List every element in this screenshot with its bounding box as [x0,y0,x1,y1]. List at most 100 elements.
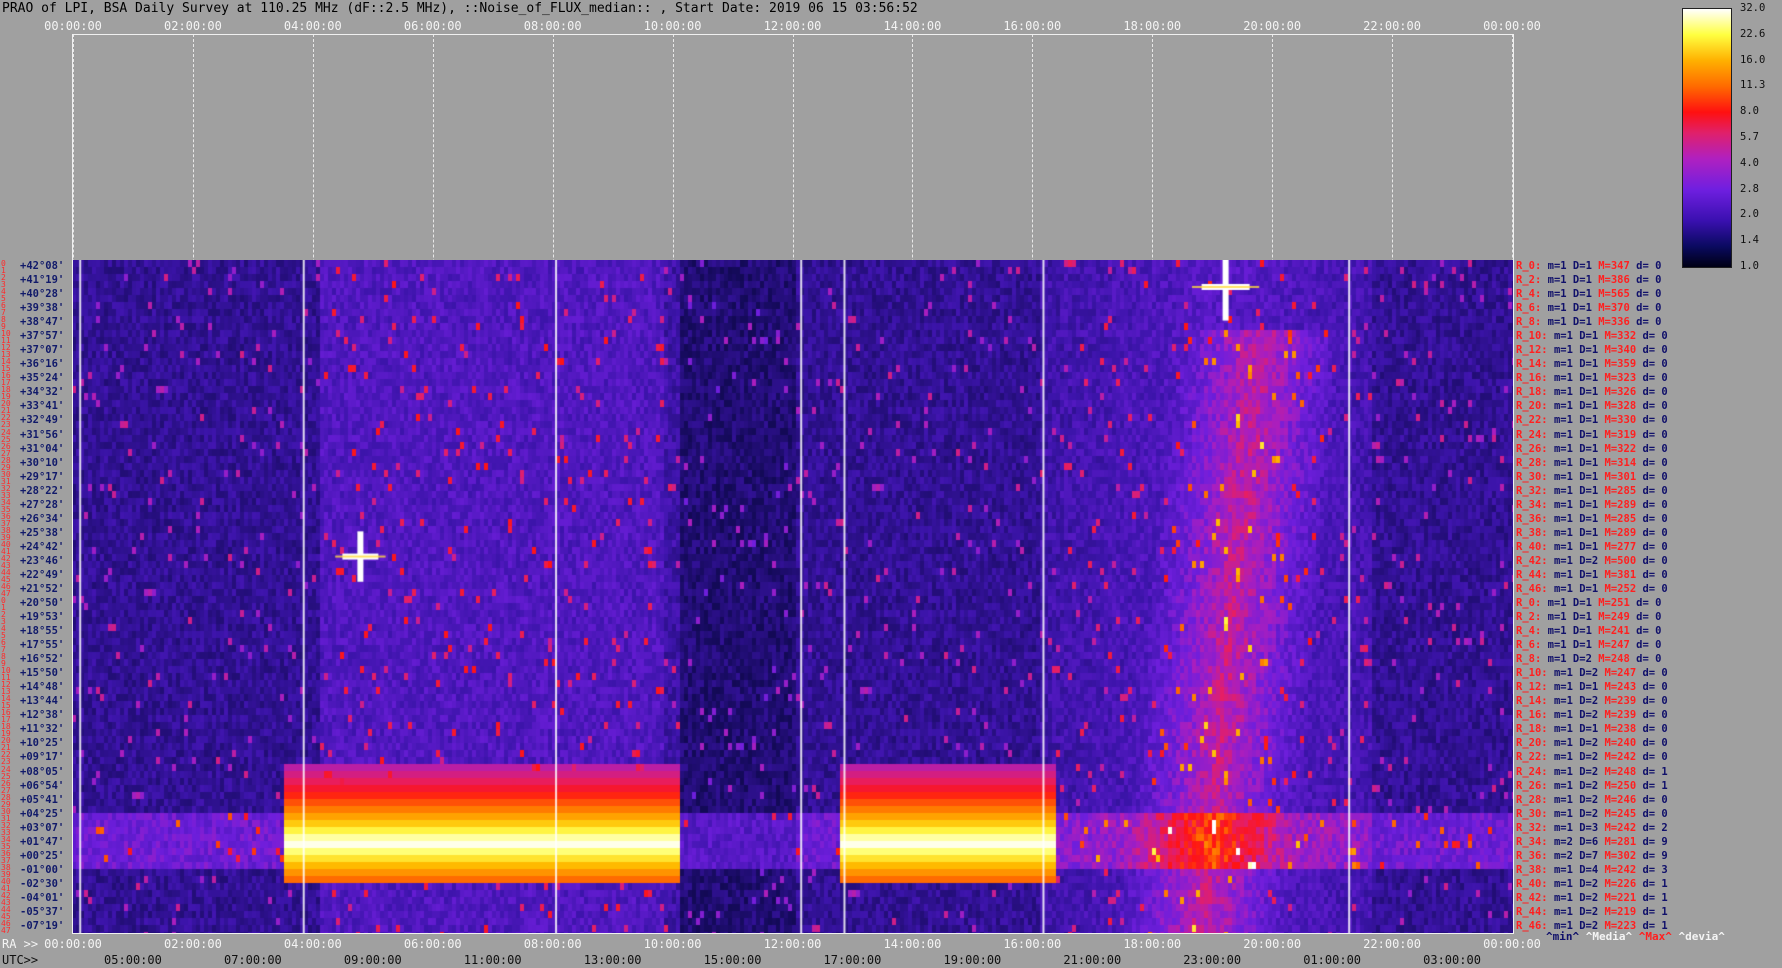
colorbar-tick: 2.0 [1740,208,1759,221]
declination-label: -05°37' [20,905,65,918]
row-stat-d: d= 1 [1642,779,1668,792]
row-stat-M: M=370 [1598,302,1630,315]
row-stat-r: R_34: [1516,835,1548,848]
row-stat-line: R_34: m=1 D=1 M=289 d= 0 [1516,498,1668,512]
legend-max: ^Max^ [1638,930,1672,943]
row-stat-M: M=336 [1598,316,1630,329]
top-axis-tick: 00:00:00 [44,19,102,33]
declination-label: +18°55' [20,625,65,638]
row-stat-m: m=1 [1553,765,1573,778]
row-stat-M: M=238 [1604,723,1637,736]
row-stat-d: d= 0 [1642,456,1668,469]
row-stat-m: m=1 [1547,316,1567,329]
ra-axis-tick: 08:00:00 [523,937,582,951]
row-stat-d: d= 0 [1642,807,1668,820]
utc-axis-tick: 07:00:00 [223,953,282,967]
declination-label: +34°32' [20,386,65,399]
row-stat-line: R_8: m=1 D=2 M=248 d= 0 [1516,652,1661,666]
row-stat-m: m=1 [1553,372,1573,385]
top-axis-tick: 08:00:00 [523,19,582,33]
row-stat-D: D=1 [1572,316,1592,329]
row-stat-M: M=239 [1604,695,1637,708]
row-stat-D: D=7 [1579,849,1599,862]
row-stat-M: M=332 [1604,330,1637,343]
row-stat-d: d= 0 [1642,526,1668,539]
row-stat-line: R_36: m=2 D=7 M=302 d= 9 [1516,849,1668,863]
row-stat-line: R_4: m=1 D=1 M=241 d= 0 [1516,624,1661,638]
declination-label: +25°38' [20,526,65,539]
row-stat-d: d= 0 [1642,568,1668,581]
row-stat-D: D=2 [1579,709,1599,722]
heatmap-canvas[interactable] [72,260,1514,934]
row-stat-d: d= 0 [1636,288,1662,301]
declination-label: +04°25' [20,807,65,820]
declination-label: +19°53' [20,611,65,624]
row-stat-line: R_10: m=1 D=1 M=332 d= 0 [1516,329,1668,343]
row-stat-D: D=1 [1579,540,1599,553]
row-stat-D: D=1 [1572,639,1592,652]
row-stat-r: R_40: [1516,540,1548,553]
row-stat-d: d= 0 [1642,358,1668,371]
declination-label: +37°57' [20,330,65,343]
declination-label: +00°25' [20,849,65,862]
row-stat-r: R_14: [1516,358,1548,371]
row-stat-line: R_34: m=2 D=6 M=281 d= 9 [1516,835,1668,849]
row-stat-r: R_28: [1516,793,1548,806]
declination-label: +13°44' [20,695,65,708]
row-stat-r: R_14: [1516,695,1548,708]
ra-axis-tick: 18:00:00 [1123,937,1182,951]
row-stat-line: R_0: m=1 D=1 M=251 d= 0 [1516,596,1661,610]
colorbar-tick: 2.8 [1740,182,1759,195]
row-stat-D: D=2 [1579,667,1599,680]
row-stat-m: m=1 [1553,330,1573,343]
ra-axis-tick: 12:00:00 [763,937,822,951]
row-stat-D: D=1 [1579,498,1599,511]
heatmap-plot[interactable] [72,260,1514,934]
declination-label: +22°49' [20,568,65,581]
declination-label: +03°07' [20,821,65,834]
row-stat-M: M=285 [1604,484,1637,497]
row-stat-r: R_12: [1516,681,1548,694]
declination-label: +23°46' [20,554,65,567]
row-stat-r: R_22: [1516,414,1548,427]
row-stat-d: d= 0 [1642,737,1668,750]
row-stat-line: R_40: m=1 D=1 M=277 d= 0 [1516,540,1668,554]
row-stat-d: d= 9 [1642,835,1668,848]
top-axis-tick: 04:00:00 [283,19,342,33]
row-stat-r: R_38: [1516,863,1548,876]
row-stat-D: D=2 [1579,793,1599,806]
row-stat-m: m=1 [1553,400,1573,413]
row-stat-M: M=326 [1604,386,1637,399]
row-stat-D: D=1 [1572,260,1592,272]
row-stat-M: M=239 [1604,709,1637,722]
top-axis-tick: 22:00:00 [1363,19,1421,33]
row-stat-M: M=250 [1604,779,1637,792]
row-stat-line: R_12: m=1 D=1 M=340 d= 0 [1516,343,1668,357]
top-axis-tick: 18:00:00 [1123,19,1182,33]
row-stat-D: D=2 [1579,779,1599,792]
row-stat-D: D=1 [1579,400,1599,413]
utc-axis-tick: 17:00:00 [823,953,882,967]
declination-label: +36°16' [20,358,65,371]
row-stat-M: M=248 [1598,653,1630,666]
row-stat-M: M=340 [1604,344,1637,357]
row-stat-m: m=1 [1553,877,1573,890]
row-stat-d: d= 2 [1642,821,1668,834]
row-stat-D: D=1 [1579,484,1599,497]
row-stat-r: R_0: [1516,260,1542,272]
row-stat-d: d= 0 [1636,597,1662,609]
row-stat-D: D=2 [1579,554,1599,567]
row-stat-line: R_42: m=1 D=2 M=500 d= 0 [1516,554,1668,568]
utc-axis-tick: 05:00:00 [104,953,162,967]
row-stat-r: R_26: [1516,442,1548,455]
row-stat-M: M=219 [1604,905,1637,918]
declination-label: +35°24' [20,372,65,385]
row-stat-m: m=1 [1547,274,1567,287]
row-stat-line: R_32: m=1 D=1 M=285 d= 0 [1516,484,1668,498]
declination-label: +30°10' [20,456,65,469]
row-stat-D: D=2 [1579,695,1599,708]
row-stat-r: R_28: [1516,456,1548,469]
row-stat-d: d= 0 [1642,470,1668,483]
row-stat-m: m=1 [1553,428,1573,441]
declination-label: +08°05' [20,765,65,778]
